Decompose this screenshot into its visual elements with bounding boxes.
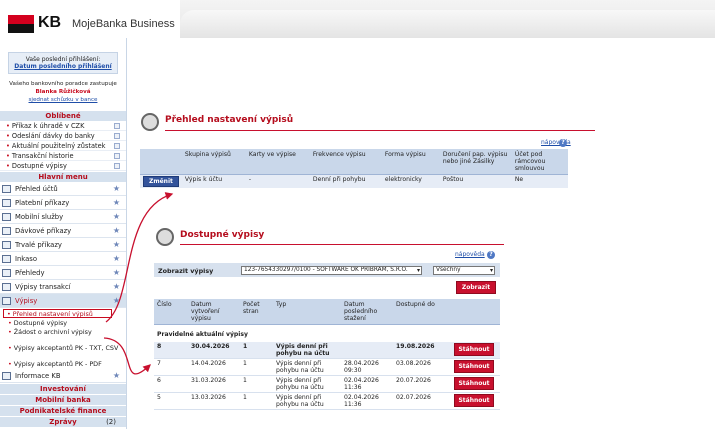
arrow-to-settings bbox=[105, 192, 174, 323]
arrow-to-statements bbox=[103, 337, 151, 375]
annotation-arrows bbox=[103, 192, 174, 375]
